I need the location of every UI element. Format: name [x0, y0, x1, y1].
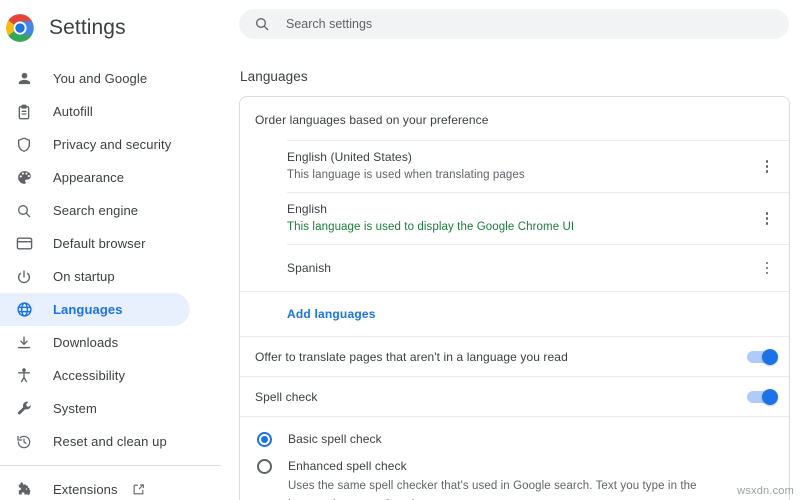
sidebar-item-you-and-google[interactable]: You and Google: [0, 62, 190, 95]
offer-translate-label: Offer to translate pages that aren't in …: [255, 349, 568, 364]
sidebar-item-system[interactable]: System: [0, 392, 190, 425]
watermark: wsxdn.com: [737, 485, 794, 497]
sidebar-item-label: You and Google: [53, 71, 148, 86]
toggle-knob: [762, 348, 778, 365]
sidebar-item-label: On startup: [53, 269, 115, 284]
sidebar-item-appearance[interactable]: Appearance: [0, 161, 190, 194]
enhanced-spell-check-option[interactable]: Enhanced spell check Uses the same spell…: [240, 453, 789, 500]
sidebar: Settings You and Google Autofill Privacy: [0, 0, 231, 500]
palette-icon: [14, 168, 34, 188]
browser-window-icon: [14, 234, 34, 254]
add-languages-link[interactable]: Add languages: [287, 307, 376, 321]
sidebar-item-label: Autofill: [53, 104, 93, 119]
language-row[interactable]: Spanish: [287, 244, 789, 291]
more-vert-icon[interactable]: [756, 208, 778, 230]
wrench-icon: [14, 399, 34, 419]
app-title: Settings: [49, 16, 126, 39]
language-name: English (United States): [287, 150, 413, 164]
option-label: Basic spell check: [288, 432, 382, 446]
language-row[interactable]: English This language is used to display…: [287, 192, 789, 244]
sidebar-item-languages[interactable]: Languages: [0, 293, 190, 326]
toggle-knob: [762, 388, 778, 405]
accessibility-icon: [14, 366, 34, 386]
sidebar-item-autofill[interactable]: Autofill: [0, 95, 190, 128]
more-vert-icon[interactable]: [756, 257, 778, 279]
add-languages-row: Add languages: [240, 291, 789, 336]
external-link-icon: [132, 483, 146, 497]
option-description: Uses the same spell checker that's used …: [288, 480, 697, 500]
option-texts: Enhanced spell check Uses the same spell…: [288, 458, 777, 500]
sidebar-item-label: Appearance: [53, 170, 125, 185]
spell-check-row[interactable]: Spell check: [240, 376, 789, 416]
sidebar-item-search-engine[interactable]: Search engine: [0, 194, 190, 227]
search-input[interactable]: [286, 8, 789, 39]
language-row[interactable]: English (United States) This language is…: [287, 140, 789, 192]
offer-translate-row[interactable]: Offer to translate pages that aren't in …: [240, 336, 789, 376]
chrome-logo-icon: [5, 13, 35, 43]
spell-check-label: Spell check: [255, 389, 318, 404]
main-panel: Languages Order languages based on your …: [231, 0, 800, 500]
spell-check-toggle[interactable]: [747, 388, 778, 405]
language-row-texts: English This language is used to display…: [287, 193, 756, 244]
option-texts: Basic spell check: [288, 431, 777, 448]
search-icon: [254, 16, 270, 32]
shield-icon: [14, 135, 34, 155]
magnifier-icon: [14, 201, 34, 221]
sidebar-item-downloads[interactable]: Downloads: [0, 326, 190, 359]
language-row-texts: Spanish: [287, 252, 756, 285]
radio-button[interactable]: [257, 432, 272, 447]
sidebar-item-label: Downloads: [53, 335, 119, 350]
puzzle-piece-icon: [14, 480, 34, 500]
globe-icon: [14, 300, 34, 320]
language-name: Spanish: [287, 260, 332, 275]
language-description: This language is used to display the Goo…: [287, 221, 575, 233]
offer-translate-toggle[interactable]: [747, 348, 778, 365]
power-icon: [14, 267, 34, 287]
clipboard-icon: [14, 102, 34, 122]
settings-window: Settings You and Google Autofill Privacy: [0, 0, 800, 500]
radio-button[interactable]: [257, 459, 272, 474]
sidebar-item-label: Languages: [53, 302, 123, 317]
top-bar: [231, 0, 800, 47]
sidebar-item-default-browser[interactable]: Default browser: [0, 227, 190, 260]
option-label: Enhanced spell check: [288, 459, 407, 473]
page-title: Languages: [240, 69, 308, 84]
language-name: English: [287, 202, 328, 216]
basic-spell-check-option[interactable]: Basic spell check: [240, 426, 789, 453]
sidebar-nav: You and Google Autofill Privacy and secu…: [0, 56, 231, 500]
language-list: English (United States) This language is…: [240, 140, 789, 291]
sidebar-item-accessibility[interactable]: Accessibility: [0, 359, 190, 392]
language-description: This language is used when translating p…: [287, 169, 525, 181]
sidebar-item-label: System: [53, 401, 97, 416]
sidebar-item-label: Reset and clean up: [53, 434, 167, 449]
download-icon: [14, 333, 34, 353]
language-row-texts: English (United States) This language is…: [287, 141, 756, 192]
brand-header: Settings: [0, 0, 231, 56]
more-vert-icon[interactable]: [756, 156, 778, 178]
sidebar-divider: [0, 465, 221, 466]
sidebar-item-label: Extensions: [53, 482, 118, 497]
sidebar-item-privacy-and-security[interactable]: Privacy and security: [0, 128, 190, 161]
settings-content: Languages Order languages based on your …: [231, 69, 800, 500]
history-restore-icon: [14, 432, 34, 452]
sidebar-item-label: Privacy and security: [53, 137, 172, 152]
person-icon: [14, 69, 34, 89]
sidebar-item-label: Default browser: [53, 236, 146, 251]
sidebar-item-on-startup[interactable]: On startup: [0, 260, 190, 293]
sidebar-item-label: Accessibility: [53, 368, 126, 383]
spell-check-options: Basic spell check Enhanced spell check U…: [240, 416, 789, 500]
languages-card: Order languages based on your preference…: [239, 96, 790, 500]
search-settings-box[interactable]: [239, 8, 789, 39]
sidebar-item-reset-and-clean-up[interactable]: Reset and clean up: [0, 425, 190, 458]
sidebar-item-label: Search engine: [53, 203, 139, 218]
sidebar-item-extensions[interactable]: Extensions: [0, 473, 190, 500]
order-languages-label: Order languages based on your preference: [255, 113, 489, 127]
